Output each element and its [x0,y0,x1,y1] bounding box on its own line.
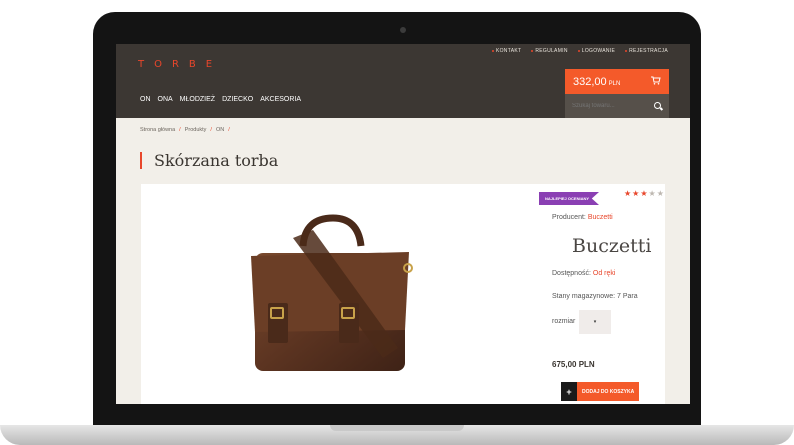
top-link-label: REJESTRACJA [629,48,668,54]
breadcrumb-separator: / [228,127,230,133]
breadcrumb-separator: / [210,127,212,133]
size-label: rozmiar [552,318,576,325]
nav-item-akcesoria[interactable]: AKCESORIA [260,96,301,103]
site-logo[interactable]: TORBE [138,59,222,70]
bullet-icon [491,50,494,52]
cart-icon [651,76,661,87]
top-link-label: REGULAMIN [535,48,568,54]
search-icon[interactable] [654,102,662,110]
product-image[interactable] [233,208,423,378]
bullet-icon [577,50,580,52]
bullet-icon [531,50,534,52]
nav-item-on[interactable]: ON [140,96,151,103]
stock-info: Stany magazynowe: 7 Para [552,293,638,300]
top-link-label: LOGOWANIE [581,48,616,54]
top-rated-badge: NAJLEPIEJ OCENIANY [539,192,600,205]
bullet-icon [625,50,628,52]
cart-button[interactable]: 332,00 PLN [565,69,669,94]
nav-item-ona[interactable]: ONA [158,96,173,103]
page-title: Skórzana torba [154,151,279,170]
main-nav: ON ONA MŁODZIEŻ DZIECKO AKCESORIA [140,96,301,103]
rating-stars: ★★★★★ [624,189,665,198]
add-to-cart-label: DODAJ DO KOSZYKA [577,382,640,401]
cart-currency: PLN [608,80,621,87]
browser-screen: TORBE KONTAKT REGULAMIN LOGOWANIE REJEST… [116,44,690,404]
top-links: KONTAKT REGULAMIN LOGOWANIE REJESTRACJA [491,48,668,54]
camera-icon [400,27,406,33]
availability-value: Od ręki [592,270,616,277]
top-link-regulamin[interactable]: REGULAMIN [531,48,567,54]
add-to-cart-button[interactable]: + DODAJ DO KOSZYKA [561,382,640,401]
top-link-kontakt[interactable]: KONTAKT [491,48,522,54]
breadcrumb-products[interactable]: Produkty [185,127,207,133]
nav-item-dziecko[interactable]: DZIECKO [222,96,253,103]
breadcrumb-home[interactable]: Strona główna [140,127,175,133]
producer-line: Producent: Buczetti [552,214,613,221]
search-input[interactable] [572,103,642,109]
cart-amount: 332,00 [573,75,607,88]
nav-item-mlodziez[interactable]: MŁODZIEŻ [180,96,215,103]
search-box [565,94,669,118]
top-link-rejestracja[interactable]: REJESTRACJA [625,48,668,54]
product-price: 675,00 PLN [552,360,595,369]
size-select[interactable]: ▾ [579,310,611,334]
title-accent-bar [140,152,142,169]
plus-icon: + [561,382,577,401]
site-header: TORBE KONTAKT REGULAMIN LOGOWANIE REJEST… [116,44,690,118]
availability-label: Dostępność: [552,270,591,277]
top-link-label: KONTAKT [495,48,522,54]
star-icon: ★ [624,189,633,198]
producer-link[interactable]: Buczetti [588,214,613,221]
star-icon: ★ [648,189,657,198]
cart-total: 332,00 PLN [573,76,620,88]
breadcrumb: Strona główna / Produkty / ON / [140,127,230,133]
producer-label: Producent: [552,214,586,221]
top-link-logowanie[interactable]: LOGOWANIE [577,48,616,54]
star-icon: ★ [640,189,649,198]
availability-line: Dostępność: Od ręki [552,270,615,277]
star-icon: ★ [656,189,665,198]
breadcrumb-separator: / [179,127,181,133]
breadcrumb-on[interactable]: ON [216,127,224,133]
product-card: NAJLEPIEJ OCENIANY ★★★★★ Producent: Bucz… [141,184,665,404]
brand-logo: Buczetti [572,235,652,257]
laptop-notch [330,425,464,431]
